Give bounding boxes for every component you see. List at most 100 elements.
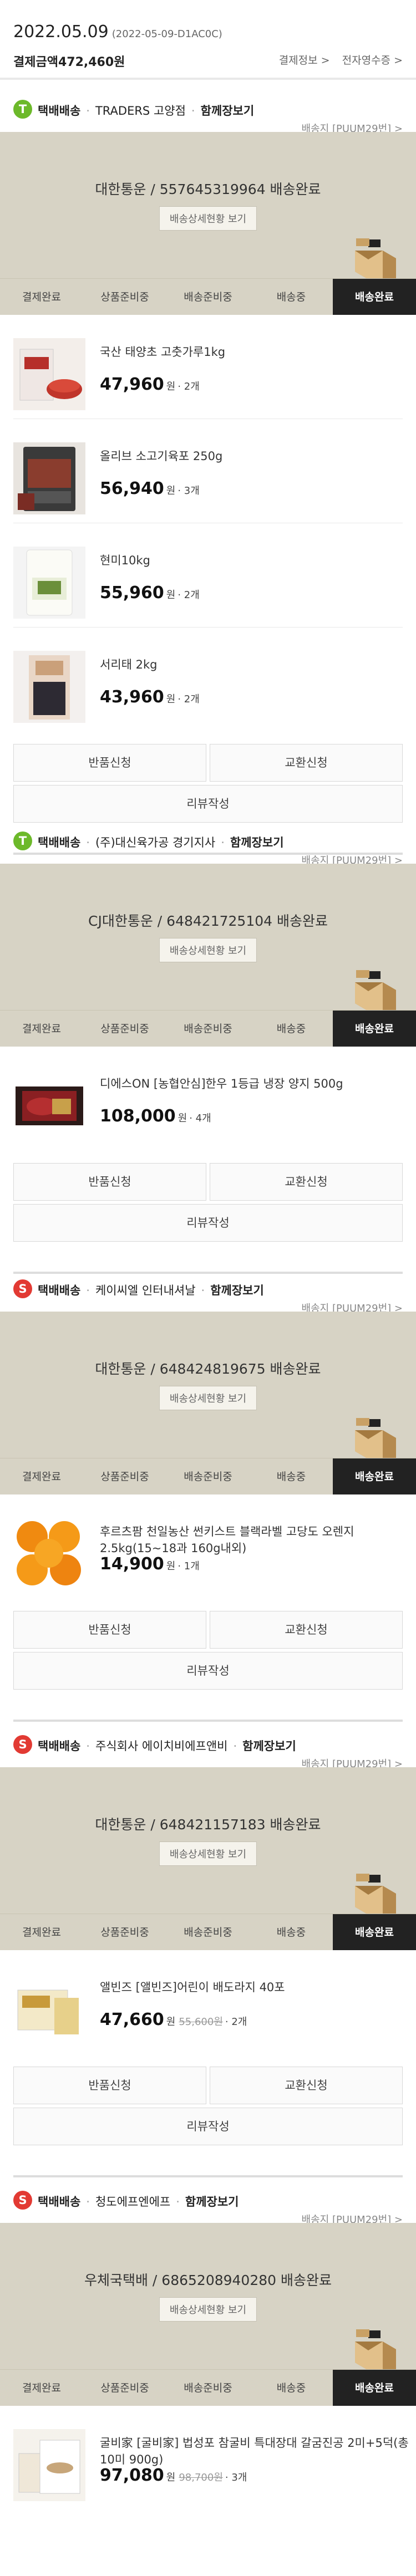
shipment-header: S 택배배송 · 케이씨엘 인터내셔날 · 함께장보기 배송지 [PUUM29번] > (0, 1268, 416, 1314)
delivery-step: 상품준비중 (100, 1471, 149, 1483)
shipment-info: 택배배송 · 청도에프엔에프 · 함께장보기 (38, 2195, 239, 2208)
item-list: 디에스ON [농협안심]한우 1등급 냉장 양지 500g 108,000 원 · 4… (0, 1047, 416, 1151)
delivery-step: 배송완료 (333, 1011, 416, 1047)
order-item[interactable]: 굴비家 [굴비家] 법성포 참굴비 특대장대 갈굼진공 2미+5덕(총 10미 … (13, 2406, 409, 2510)
seller-name: 케이씨엘 인터내셔날 (95, 1284, 196, 1297)
item-name[interactable]: 현미10kg (100, 552, 410, 569)
item-actions: 반품신청 교환신청 리뷰작성 (13, 1151, 403, 1272)
delivery-step: 상품준비중 (100, 1023, 149, 1035)
item-price: 56,940 원 · 3개 (100, 479, 200, 498)
shipment-section: S 택배배송 · 청도에프엔에프 · 함께장보기 배송지 [PUUM29번] > 우체국택배 … (0, 2180, 416, 2510)
item-name[interactable]: 국산 태양초 고춧가루1kg (100, 344, 410, 360)
item-list: 국산 태양초 고춧가루1kg 47,960 원 · 2개 올리브 소고기육포 250g 5… (0, 315, 416, 732)
delivery-step: 상품준비중 (100, 2382, 149, 2394)
shipment-header: T 택배배송 · TRADERS 고양점 · 함께장보기 배송지 [PUUM29번] > (0, 89, 416, 135)
pouch-box-image[interactable] (13, 1973, 85, 2046)
item-name[interactable]: 디에스ON [농협안심]한우 1등급 냉장 양지 500g (100, 1075, 410, 1092)
order-item[interactable]: 국산 태양초 고춧가루1kg 47,960 원 · 2개 (13, 315, 403, 419)
exchange-request-button[interactable]: 교환신청 (210, 2067, 403, 2104)
delivery-type-badge: S (13, 1735, 32, 1754)
item-name[interactable]: 서리태 2kg (100, 656, 410, 673)
item-list: 후르츠팜 천일농산 썬키스트 블랙라벨 고당도 오렌지 2.5kg(15~18과… (0, 1494, 416, 1599)
chili-powder-image[interactable] (13, 338, 85, 410)
jerky-image[interactable] (13, 442, 85, 514)
order-item[interactable]: 후르츠팜 천일농산 썬키스트 블랙라벨 고당도 오렌지 2.5kg(15~18과… (13, 1494, 403, 1599)
delivery-type-badge: S (13, 1279, 32, 1298)
order-item[interactable]: 디에스ON [농협안심]한우 1등급 냉장 양지 500g 108,000 원 · 4… (13, 1047, 403, 1151)
oranges-image[interactable] (13, 1518, 85, 1590)
return-request-button[interactable]: 반품신청 (13, 744, 206, 782)
bundle-label: 함께장보기 (230, 836, 284, 849)
delivery-detail-button[interactable]: 배송상세현황 보기 (159, 1386, 257, 1410)
price-unit: 원 (166, 1560, 176, 1572)
write-review-button[interactable]: 리뷰작성 (13, 2108, 403, 2145)
return-request-button[interactable]: 반품신청 (13, 1611, 206, 1649)
item-list: 앨빈즈 [앨빈즈]어린이 배도라지 40포 47,660 원 55,600원 · 2개 (0, 1950, 416, 2054)
item-price: 47,960 원 · 2개 (100, 375, 200, 394)
receipt-link[interactable]: 전자영수증 > (342, 54, 403, 67)
shipment-section: T 택배배송 · TRADERS 고양점 · 함께장보기 배송지 [PUUM29번] > 대한… (0, 89, 416, 855)
original-price: 98,700원 (179, 2472, 223, 2483)
order-item[interactable]: 앨빈즈 [앨빈즈]어린이 배도라지 40포 47,660 원 55,600원 · 2개 (13, 1950, 403, 2054)
return-request-button[interactable]: 반품신청 (13, 1163, 206, 1201)
delivery-type-badge: T (13, 832, 32, 850)
item-actions: 반품신청 교환신청리뷰작성 (13, 2054, 403, 2175)
order-item[interactable]: 올리브 소고기육포 250g 56,940 원 · 3개 (13, 419, 403, 523)
write-review-button[interactable]: 리뷰작성 (13, 1652, 403, 1690)
shipment-section: T 택배배송 · (주)대신육가공 경기지사 · 함께장보기 배송지 [PUUM29번] >… (0, 820, 416, 1274)
item-name[interactable]: 후르츠팜 천일농산 썬키스트 블랙라벨 고당도 오렌지 2.5kg(15~18과… (100, 1523, 410, 1557)
order-item[interactable]: 현미10kg 55,960 원 · 2개 (13, 523, 403, 628)
price-unit: 원 (166, 589, 176, 601)
shipment-info: 택배배송 · (주)대신육가공 경기지사 · 함께장보기 (38, 836, 284, 849)
return-request-button[interactable]: 반품신청 (13, 2067, 206, 2104)
item-price: 55,960 원 · 2개 (100, 583, 200, 603)
exchange-request-button[interactable]: 교환신청 (210, 1163, 403, 1201)
write-review-button[interactable]: 리뷰작성 (13, 1204, 403, 1242)
order-header: 2022.05.09 (2022-05-09-D1AC0C) 결제금액472,46… (0, 0, 416, 78)
order-item[interactable]: 서리태 2kg 43,960 원 · 2개 (13, 628, 403, 732)
delivery-step: 배송중 (276, 291, 306, 303)
beef-pack-image[interactable] (13, 1070, 85, 1142)
delivery-detail-button[interactable]: 배송상세현황 보기 (159, 2297, 257, 2322)
delivery-step: 결제완료 (22, 1023, 61, 1035)
carrier-status: 대한통운 / 557645319964 배송완료 (95, 181, 321, 197)
item-list: 굴비家 [굴비家] 법성포 참굴비 특대장대 갈굼진공 2미+5덕(총 10미 … (0, 2406, 416, 2510)
delivery-step: 배송준비중 (184, 1471, 232, 1483)
payment-info-link[interactable]: 결제정보 > (279, 54, 330, 67)
delivery-step: 상품준비중 (100, 1926, 149, 1939)
delivery-steps: 결제완료 상품준비중 배송준비중 배송중 배송완료 (0, 2369, 416, 2406)
delivery-step: 배송중 (276, 1926, 306, 1939)
carrier-status: 우체국택배 / 6865208940280 배송완료 (84, 2272, 332, 2288)
shipping-method: 택배배송 (38, 836, 81, 849)
item-price: 108,000 원 · 4개 (100, 1106, 211, 1126)
shipment-info: 택배배송 · TRADERS 고양점 · 함께장보기 (38, 104, 255, 118)
delivery-step: 배송중 (276, 1023, 306, 1035)
item-name[interactable]: 올리브 소고기육포 250g (100, 448, 410, 465)
carrier-status: CJ대한통운 / 648421725104 배송완료 (88, 913, 328, 929)
delivery-detail-button[interactable]: 배송상세현황 보기 (159, 1842, 257, 1866)
shipment-header: S 택배배송 · 청도에프엔에프 · 함께장보기 배송지 [PUUM29번] > (0, 2180, 416, 2226)
delivery-step: 결제완료 (22, 2382, 61, 2394)
delivery-type-badge: S (13, 2191, 32, 2210)
delivery-box-icon (352, 1869, 399, 1917)
shipping-method: 택배배송 (38, 1740, 81, 1753)
section-divider (13, 2175, 403, 2177)
seller-name: 청도에프엔에프 (95, 2195, 171, 2208)
rice-bag-image[interactable] (13, 547, 85, 619)
write-review-button[interactable]: 리뷰작성 (13, 785, 403, 823)
delivery-detail-button[interactable]: 배송상세현황 보기 (159, 206, 257, 231)
exchange-request-button[interactable]: 교환신청 (210, 744, 403, 782)
item-quantity: · 3개 (177, 485, 200, 497)
black-beans-image[interactable] (13, 651, 85, 723)
price-unit: 원 (166, 485, 176, 497)
fish-pack-image[interactable] (13, 2429, 85, 2501)
shipping-method: 택배배송 (38, 1284, 81, 1297)
delivery-steps: 결제완료 상품준비중 배송준비중 배송중 배송완료 (0, 278, 416, 315)
delivery-detail-button[interactable]: 배송상세현황 보기 (159, 938, 257, 962)
item-name[interactable]: 굴비家 [굴비家] 법성포 참굴비 특대장대 갈굼진공 2미+5덕(총 10미 … (100, 2435, 410, 2468)
item-name[interactable]: 앨빈즈 [앨빈즈]어린이 배도라지 40포 (100, 1979, 410, 1996)
item-quantity: · 2개 (177, 381, 200, 392)
shipment-info: 택배배송 · 케이씨엘 인터내셔날 · 함께장보기 (38, 1284, 264, 1297)
exchange-request-button[interactable]: 교환신청 (210, 1611, 403, 1649)
price-unit: 원 (166, 2016, 176, 2028)
